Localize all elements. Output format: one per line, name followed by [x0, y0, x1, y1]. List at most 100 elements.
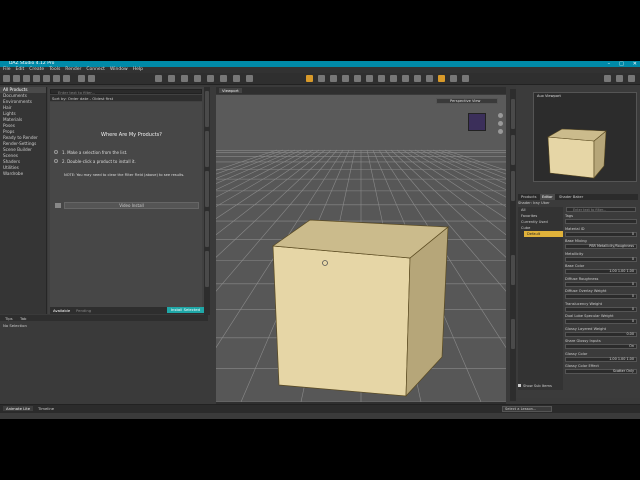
- show-sub-items[interactable]: Show Sub Items: [518, 384, 563, 389]
- geometry-editor-icon[interactable]: [246, 75, 253, 82]
- tab-smart-content[interactable]: [205, 91, 209, 127]
- shader-header: Shader: Iray Uber: [518, 201, 550, 205]
- property-field[interactable]: 1.00 1.00 1.00: [565, 269, 637, 274]
- checkbox-icon[interactable]: [518, 384, 521, 387]
- search-input[interactable]: Enter text to filter...: [50, 89, 202, 95]
- scale-icon[interactable]: [366, 75, 373, 82]
- tab-shader-baker[interactable]: Shader Baker: [559, 195, 583, 199]
- property-label: Metallicity: [565, 251, 584, 256]
- info-icon: [54, 150, 58, 154]
- spotlight-tool-icon[interactable]: [390, 75, 397, 82]
- lesson-dropdown[interactable]: Select a Lesson...: [502, 406, 552, 412]
- tab-tab[interactable]: Tab: [20, 316, 26, 321]
- category-tree: All Products Documents Environments Hair…: [0, 87, 47, 314]
- tab-tips[interactable]: Tips: [5, 316, 13, 321]
- property-label: Diffuse Roughness: [565, 276, 599, 281]
- aux-viewport[interactable]: Aux Viewport: [533, 92, 637, 182]
- property-value: 1.00 1.00 1.00: [609, 269, 634, 273]
- property-label: Glossy Color Effect: [565, 364, 599, 368]
- 3d-viewport[interactable]: Perspective View: [216, 95, 506, 402]
- surface-filter-input[interactable]: Enter text to filter...: [566, 207, 636, 212]
- tab-render-settings[interactable]: [205, 171, 209, 207]
- tab-available[interactable]: Available: [53, 308, 70, 313]
- pose-tool-icon[interactable]: [318, 75, 325, 82]
- tab-aux-viewport[interactable]: [511, 99, 515, 129]
- install-selected-button[interactable]: Install Selected: [167, 307, 204, 313]
- tab-posing[interactable]: [511, 255, 515, 285]
- window-icon[interactable]: [450, 75, 457, 82]
- translate-tool-icon[interactable]: [194, 75, 201, 82]
- property-field[interactable]: Scatter Only: [565, 369, 637, 374]
- hamburger-menu-icon[interactable]: [628, 75, 635, 82]
- property-field[interactable]: 0: [565, 231, 637, 237]
- daz-studio-window: DAZ Studio 4.12 Pro – □ ✕ File Edit Crea…: [0, 61, 640, 419]
- tab-animate-lite[interactable]: Animate Lite: [3, 406, 34, 411]
- property-label: Translucency Weight: [565, 301, 603, 306]
- surfaces-tabs: Products Editor Shader Baker: [518, 194, 638, 200]
- tab-surfaces[interactable]: [511, 319, 515, 349]
- tab-viewport[interactable]: Viewport: [219, 88, 242, 93]
- category-item[interactable]: Wardrobe: [0, 171, 46, 177]
- tab-parameters[interactable]: [511, 135, 515, 165]
- property-field[interactable]: 1.00 1.00 1.00: [565, 356, 637, 362]
- pan-icon[interactable]: [498, 121, 503, 126]
- redo-icon[interactable]: [63, 75, 70, 82]
- property-value: 0: [631, 319, 634, 323]
- merge-icon[interactable]: [23, 75, 30, 82]
- camera-tool-icon[interactable]: [378, 75, 385, 82]
- video-install-button[interactable]: Video Install: [64, 202, 199, 209]
- rotate-tool-icon[interactable]: [181, 75, 188, 82]
- tab-timeline[interactable]: Timeline: [38, 406, 54, 411]
- toolbar: [0, 73, 640, 85]
- tab-draw-settings[interactable]: [205, 211, 209, 247]
- tab-products[interactable]: Products: [521, 195, 537, 199]
- uv-icon[interactable]: [426, 75, 433, 82]
- tab-pending[interactable]: Pending: [76, 308, 91, 313]
- joint-editor-icon[interactable]: [220, 75, 227, 82]
- property-field[interactable]: 0: [565, 319, 637, 324]
- property-field[interactable]: On: [565, 344, 637, 349]
- orbit-icon[interactable]: [498, 113, 503, 118]
- rotate-icon[interactable]: [354, 75, 361, 82]
- new-scene-icon[interactable]: [3, 75, 10, 82]
- property-label: Diffuse Overlay Weight: [565, 289, 607, 293]
- render-settings-icon[interactable]: [78, 75, 85, 82]
- point-light-icon[interactable]: [402, 75, 409, 82]
- tab-scene[interactable]: [511, 171, 515, 201]
- open-icon[interactable]: [13, 75, 20, 82]
- surface-default[interactable]: Default: [524, 231, 563, 237]
- property-field[interactable]: 0: [565, 256, 637, 262]
- active-pose-icon[interactable]: [306, 75, 313, 82]
- property-field[interactable]: PBR Metallicity/Roughness: [565, 244, 637, 249]
- home-icon[interactable]: [604, 75, 611, 82]
- view-cube-icon[interactable]: [468, 113, 486, 131]
- render-icon[interactable]: [88, 75, 95, 82]
- camera-dropdown[interactable]: Perspective View: [436, 98, 498, 104]
- property-field[interactable]: 0: [565, 306, 637, 312]
- move-tool-icon[interactable]: [342, 75, 349, 82]
- surface-selection-icon[interactable]: [233, 75, 240, 82]
- node-select-icon[interactable]: [168, 75, 175, 82]
- tab-environment[interactable]: [205, 251, 209, 287]
- sort-dropdown[interactable]: Sort by: Order date - Oldest first: [50, 95, 202, 101]
- left-vertical-tabs: [204, 87, 210, 315]
- tab-editor[interactable]: Editor: [540, 194, 555, 200]
- tab-content-library[interactable]: [205, 131, 209, 167]
- undo-icon[interactable]: [53, 75, 60, 82]
- property-field[interactable]: 0: [565, 294, 637, 299]
- property-label: Dual Lobe Specular Weight: [565, 314, 614, 318]
- universal-tool-icon[interactable]: [155, 75, 162, 82]
- scale-tool-icon[interactable]: [207, 75, 214, 82]
- cube-front-face[interactable]: [272, 245, 411, 397]
- property-field[interactable]: [565, 219, 637, 224]
- save-as-icon[interactable]: [43, 75, 50, 82]
- layout-icon[interactable]: [462, 75, 469, 82]
- property-field[interactable]: 0.00: [565, 331, 637, 337]
- layout-menu-icon[interactable]: [616, 75, 623, 82]
- save-icon[interactable]: [33, 75, 40, 82]
- select-tool-icon[interactable]: [330, 75, 337, 82]
- property-field[interactable]: 0: [565, 281, 637, 287]
- distant-light-icon[interactable]: [414, 75, 421, 82]
- highlight-tool-icon[interactable]: [438, 75, 445, 82]
- zoom-icon[interactable]: [498, 129, 503, 134]
